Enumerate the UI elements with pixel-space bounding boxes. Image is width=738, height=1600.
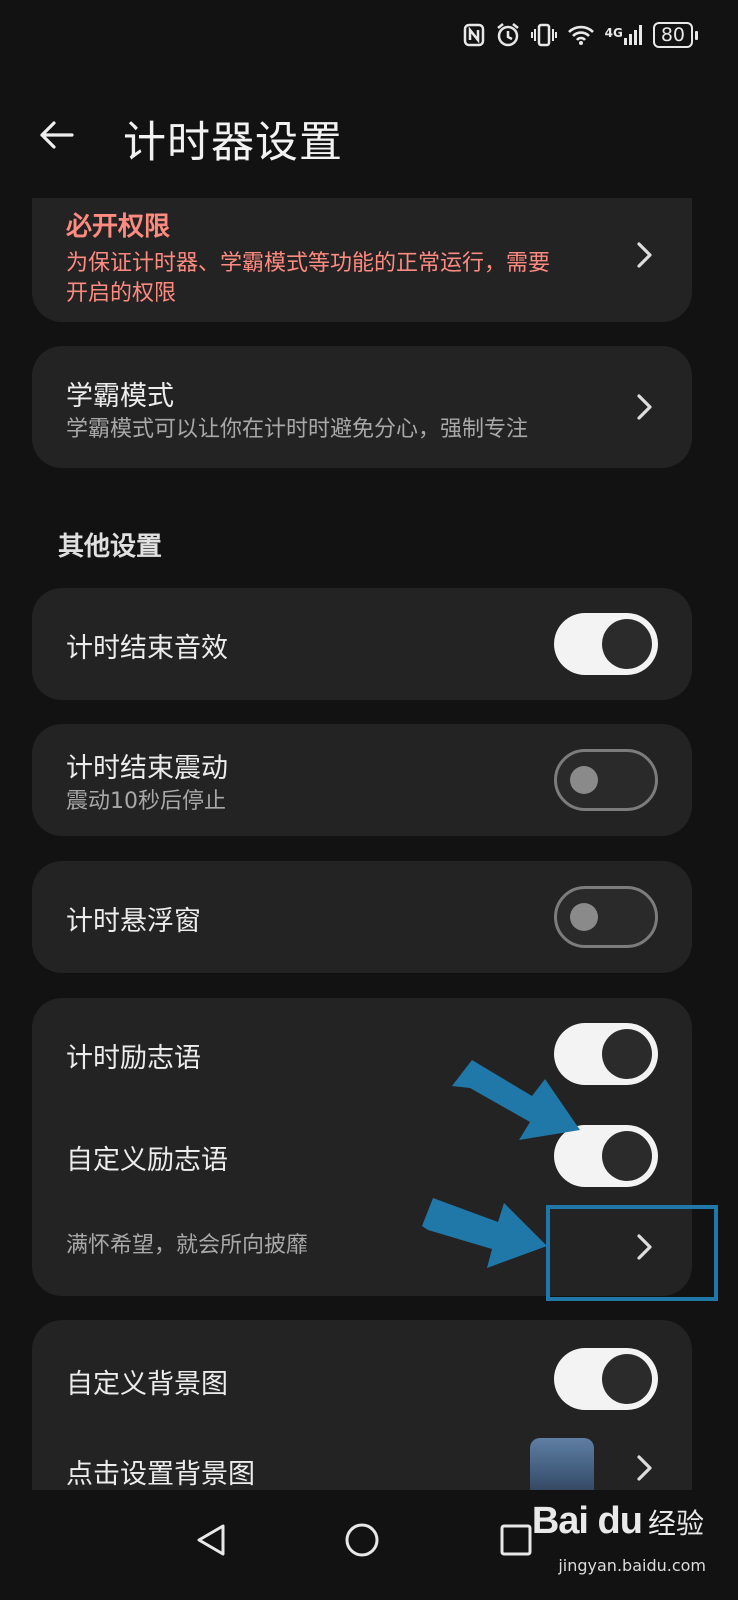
nav-back-button[interactable] [180, 1510, 240, 1570]
annotation-arrows [422, 1060, 580, 1268]
watermark-url: jingyan.baidu.com [558, 1556, 706, 1575]
triangle-back-icon [197, 1524, 225, 1556]
square-recents-icon [500, 1524, 532, 1556]
arrow-annotation-2 [422, 1198, 547, 1268]
highlight-box-annotation [546, 1205, 718, 1301]
arrow-annotation-1 [452, 1060, 580, 1140]
watermark-cn: 经验 [647, 1506, 704, 1540]
baidu-watermark: Bai du 经验 [532, 1500, 704, 1543]
baidu-logo: Bai du [531, 1500, 643, 1542]
circle-home-icon [345, 1523, 379, 1557]
nav-home-button[interactable] [332, 1510, 392, 1570]
